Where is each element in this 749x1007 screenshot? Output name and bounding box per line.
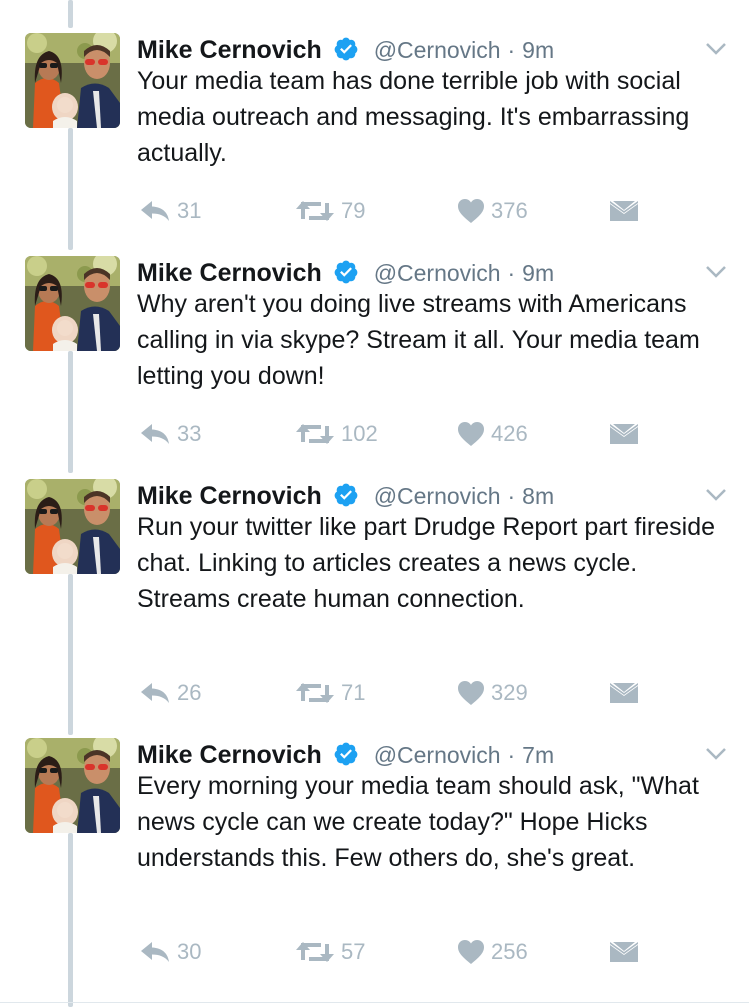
- reply-count: 31: [177, 198, 202, 223]
- chevron-down-icon[interactable]: [705, 264, 727, 280]
- heart-icon: [457, 198, 485, 224]
- avatar[interactable]: [25, 256, 120, 351]
- tweet-timestamp[interactable]: 9m: [522, 260, 554, 286]
- tweet-text: Why aren't you doing live streams with A…: [137, 290, 707, 390]
- envelope-icon: [609, 682, 639, 704]
- tweet-timestamp[interactable]: 8m: [522, 483, 554, 509]
- separator-dot: ·: [507, 37, 516, 63]
- direct-message-button[interactable]: [609, 196, 639, 226]
- thread-line: [68, 833, 73, 1007]
- tweet-timestamp[interactable]: 9m: [522, 37, 554, 63]
- reply-icon: [139, 199, 171, 223]
- retweet-count: 71: [341, 680, 366, 705]
- reply-button[interactable]: 31: [139, 196, 201, 226]
- author-name[interactable]: Mike Cernovich: [137, 741, 322, 769]
- like-count: 376: [491, 198, 528, 223]
- tweet-timestamp[interactable]: 7m: [522, 742, 554, 768]
- direct-message-button[interactable]: [609, 419, 639, 449]
- reply-count: 26: [177, 680, 202, 705]
- thread-line: [68, 0, 73, 28]
- heart-icon: [457, 680, 485, 706]
- reply-button[interactable]: 30: [139, 937, 201, 967]
- retweet-count: 102: [341, 421, 378, 446]
- retweet-button[interactable]: 57: [295, 937, 365, 967]
- like-button[interactable]: 329: [457, 678, 528, 708]
- reply-button[interactable]: 26: [139, 678, 201, 708]
- avatar[interactable]: [25, 33, 120, 128]
- heart-icon: [457, 421, 485, 447]
- heart-icon: [457, 939, 485, 965]
- tweet-actions: 31 79 376: [137, 196, 657, 226]
- tweet-actions: 26 71 329: [137, 678, 657, 708]
- like-button[interactable]: 256: [457, 937, 528, 967]
- tweet-actions: 33 102 426: [137, 419, 657, 449]
- author-handle[interactable]: @Cernovich: [374, 260, 501, 286]
- chevron-down-icon[interactable]: [705, 41, 727, 57]
- reply-icon: [139, 681, 171, 705]
- retweet-button[interactable]: 102: [295, 419, 378, 449]
- direct-message-button[interactable]: [609, 678, 639, 708]
- retweet-icon: [295, 422, 335, 446]
- author-handle[interactable]: @Cernovich: [374, 483, 501, 509]
- retweet-icon: [295, 681, 335, 705]
- tweet-header: Mike Cernovich @Cernovich · 7m: [137, 738, 554, 772]
- thread-line: [68, 574, 73, 735]
- separator-dot: ·: [507, 742, 516, 768]
- reply-icon: [139, 422, 171, 446]
- avatar[interactable]: [25, 738, 120, 833]
- verified-badge-icon: [333, 482, 359, 508]
- author-name[interactable]: Mike Cernovich: [137, 259, 322, 287]
- like-count: 426: [491, 421, 528, 446]
- reply-icon: [139, 940, 171, 964]
- verified-badge-icon: [333, 36, 359, 62]
- separator-dot: ·: [507, 483, 516, 509]
- like-button[interactable]: 426: [457, 419, 528, 449]
- avatar[interactable]: [25, 479, 120, 574]
- thread-line: [68, 128, 73, 250]
- envelope-icon: [609, 423, 639, 445]
- like-count: 329: [491, 680, 528, 705]
- tweet-text: Run your twitter like part Drudge Report…: [137, 513, 722, 613]
- tweet-text: Every morning your media team should ask…: [137, 772, 706, 872]
- separator-dot: ·: [507, 260, 516, 286]
- direct-message-button[interactable]: [609, 937, 639, 967]
- retweet-icon: [295, 199, 335, 223]
- author-handle[interactable]: @Cernovich: [374, 742, 501, 768]
- retweet-icon: [295, 940, 335, 964]
- like-count: 256: [491, 939, 528, 964]
- tweet-text: Your media team has done terrible job wi…: [137, 67, 697, 167]
- author-handle[interactable]: @Cernovich: [374, 37, 501, 63]
- thread-line: [68, 351, 73, 473]
- reply-count: 33: [177, 421, 202, 446]
- envelope-icon: [609, 200, 639, 222]
- reply-button[interactable]: 33: [139, 419, 201, 449]
- chevron-down-icon[interactable]: [705, 746, 727, 762]
- tweet-header: Mike Cernovich @Cernovich · 9m: [137, 256, 554, 290]
- retweet-count: 57: [341, 939, 366, 964]
- like-button[interactable]: 376: [457, 196, 528, 226]
- verified-badge-icon: [333, 259, 359, 285]
- author-name[interactable]: Mike Cernovich: [137, 482, 322, 510]
- retweet-button[interactable]: 71: [295, 678, 365, 708]
- author-name[interactable]: Mike Cernovich: [137, 36, 322, 64]
- bottom-divider: [0, 1002, 749, 1003]
- envelope-icon: [609, 941, 639, 963]
- reply-count: 30: [177, 939, 202, 964]
- verified-badge-icon: [333, 741, 359, 767]
- chevron-down-icon[interactable]: [705, 487, 727, 503]
- tweet-header: Mike Cernovich @Cernovich · 9m: [137, 33, 554, 67]
- tweet-header: Mike Cernovich @Cernovich · 8m: [137, 479, 554, 513]
- retweet-button[interactable]: 79: [295, 196, 365, 226]
- tweet-actions: 30 57 256: [137, 937, 657, 967]
- retweet-count: 79: [341, 198, 366, 223]
